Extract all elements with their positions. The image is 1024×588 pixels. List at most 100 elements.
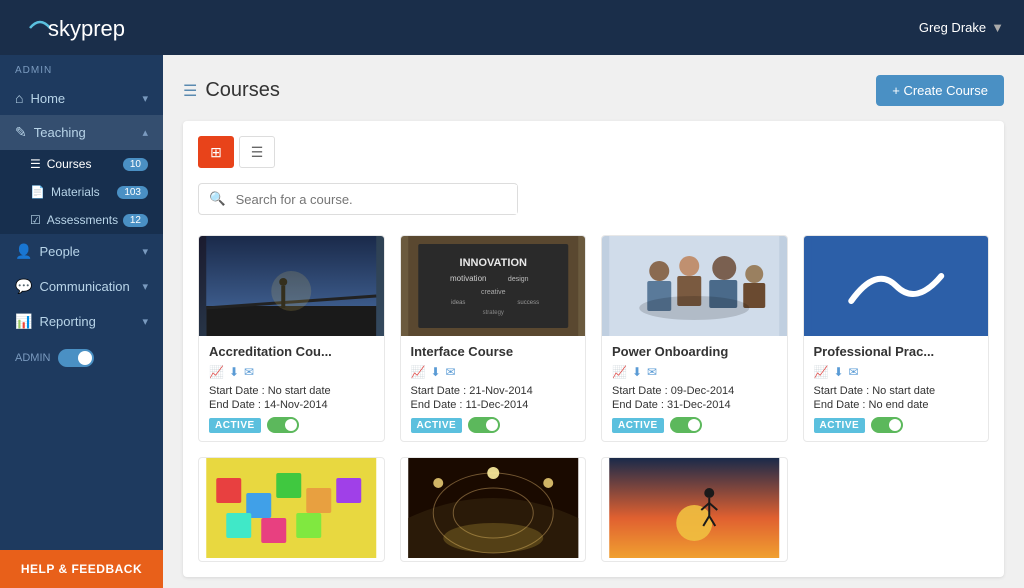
top-navigation: skyprep Greg Drake ▼	[0, 0, 1024, 55]
courses-label: Courses	[47, 157, 92, 171]
sidebar-reporting-label: Reporting	[39, 314, 95, 329]
email-icon-4: ✉	[849, 365, 859, 379]
sidebar-item-home[interactable]: ⌂ Home ▾	[0, 81, 163, 115]
teaching-arrow-icon: ▴	[142, 126, 148, 139]
communication-arrow-icon: ▾	[142, 280, 148, 293]
course-end-4: End Date : No end date	[814, 399, 979, 411]
course-start-4: Start Date : No start date	[814, 385, 979, 397]
help-feedback-button[interactable]: HELP & FEEDBACK	[0, 550, 163, 588]
course-title-4: Professional Prac...	[814, 344, 979, 359]
analytics-icon-4: 📈	[814, 365, 829, 379]
sidebar-item-materials[interactable]: 📄 Materials 103	[0, 178, 163, 206]
user-name: Greg Drake	[919, 20, 986, 35]
course-start-1: Start Date : No start date	[209, 385, 374, 397]
communication-icon: 💬	[15, 278, 32, 295]
status-toggle-2[interactable]	[468, 417, 500, 433]
course-end-3: End Date : 31-Dec-2014	[612, 399, 777, 411]
main-content: ☰ Courses + Create Course ⊞ ☰ 🔍	[163, 55, 1024, 588]
svg-text:skyprep: skyprep	[48, 16, 125, 41]
course-title-2: Interface Course	[411, 344, 576, 359]
logo: skyprep	[20, 10, 130, 46]
people-icon: 👤	[15, 243, 32, 260]
courses-badge: 10	[123, 158, 148, 171]
course-status-1: ACTIVE	[209, 417, 374, 433]
course-info-1: Accreditation Cou... 📈 ⬇ ✉ Start Date : …	[199, 336, 384, 441]
download-icon-3: ⬇	[632, 365, 642, 379]
sidebar-communication-label: Communication	[39, 279, 129, 294]
sidebar-item-communication[interactable]: 💬 Communication ▾	[0, 269, 163, 304]
status-badge-1: ACTIVE	[209, 418, 261, 433]
status-badge-4: ACTIVE	[814, 418, 866, 433]
assessments-label: Assessments	[47, 213, 118, 227]
main-layout: ADMIN ⌂ Home ▾ ✎ Teaching ▴ ☰ Courses	[0, 55, 1024, 588]
sidebar-item-reporting[interactable]: 📊 Reporting ▾	[0, 304, 163, 339]
course-info-2: Interface Course 📈 ⬇ ✉ Start Date : 21-N…	[401, 336, 586, 441]
course-panel: ⊞ ☰ 🔍	[183, 121, 1004, 577]
admin-toggle-area: ADMIN	[0, 339, 163, 377]
course-end-2: End Date : 11-Dec-2014	[411, 399, 576, 411]
grid-view-button[interactable]: ⊞	[198, 136, 234, 168]
materials-icon: 📄	[30, 185, 45, 199]
course-card-3[interactable]: Power Onboarding 📈 ⬇ ✉ Start Date : 09-D…	[601, 235, 788, 442]
course-card-7[interactable]	[601, 457, 788, 562]
home-arrow-icon: ▾	[142, 92, 148, 105]
courses-page-icon: ☰	[183, 81, 197, 101]
svg-text:design: design	[507, 276, 528, 283]
status-toggle-3[interactable]	[670, 417, 702, 433]
course-status-2: ACTIVE	[411, 417, 576, 433]
course-info-4: Professional Prac... 📈 ⬇ ✉ Start Date : …	[804, 336, 989, 441]
status-toggle-knob-2	[486, 419, 498, 431]
sidebar-item-courses[interactable]: ☰ Courses 10	[0, 150, 163, 178]
course-card-6[interactable]	[400, 457, 587, 562]
status-badge-3: ACTIVE	[612, 418, 664, 433]
user-caret-icon: ▼	[991, 20, 1004, 35]
course-card-5[interactable]	[198, 457, 385, 562]
status-toggle-knob-3	[688, 419, 700, 431]
sidebar-item-teaching[interactable]: ✎ Teaching ▴	[0, 115, 163, 150]
svg-text:ideas: ideas	[451, 300, 465, 306]
reporting-arrow-icon: ▾	[142, 315, 148, 328]
search-button[interactable]: 🔍	[199, 184, 236, 214]
create-course-button[interactable]: + Create Course	[876, 75, 1004, 106]
sidebar: ADMIN ⌂ Home ▾ ✎ Teaching ▴ ☰ Courses	[0, 55, 163, 588]
course-grid: Accreditation Cou... 📈 ⬇ ✉ Start Date : …	[198, 235, 989, 562]
toggle-label: ADMIN	[15, 352, 50, 364]
status-toggle-knob-4	[889, 419, 901, 431]
assessments-icon: ☑	[30, 213, 41, 227]
page-header: ☰ Courses + Create Course	[183, 75, 1004, 106]
page-title: Courses	[205, 79, 279, 102]
grid-view-icon: ⊞	[210, 144, 222, 161]
course-card-4[interactable]: Professional Prac... 📈 ⬇ ✉ Start Date : …	[803, 235, 990, 442]
course-card-2[interactable]: INNOVATION motivation design creative id…	[400, 235, 587, 442]
course-start-2: Start Date : 21-Nov-2014	[411, 385, 576, 397]
assessments-badge: 12	[123, 214, 148, 227]
status-toggle-4[interactable]	[871, 417, 903, 433]
svg-text:strategy: strategy	[482, 310, 503, 316]
course-actions-4: 📈 ⬇ ✉	[814, 365, 979, 379]
download-icon-1: ⬇	[229, 365, 239, 379]
course-info-3: Power Onboarding 📈 ⬇ ✉ Start Date : 09-D…	[602, 336, 787, 441]
user-menu[interactable]: Greg Drake ▼	[919, 20, 1004, 35]
email-icon-2: ✉	[446, 365, 456, 379]
materials-badge: 103	[117, 186, 148, 199]
list-view-button[interactable]: ☰	[239, 136, 275, 168]
status-toggle-knob-1	[285, 419, 297, 431]
svg-text:creative: creative	[480, 289, 505, 296]
home-icon: ⌂	[15, 90, 23, 106]
course-thumb-7	[602, 458, 787, 558]
course-start-3: Start Date : 09-Dec-2014	[612, 385, 777, 397]
search-input[interactable]	[236, 185, 517, 214]
analytics-icon-2: 📈	[411, 365, 426, 379]
status-toggle-1[interactable]	[267, 417, 299, 433]
courses-list-icon: ☰	[30, 157, 41, 171]
sidebar-item-people[interactable]: 👤 People ▾	[0, 234, 163, 269]
course-actions-1: 📈 ⬇ ✉	[209, 365, 374, 379]
course-thumb-5	[199, 458, 384, 558]
sidebar-item-assessments[interactable]: ☑ Assessments 12	[0, 206, 163, 234]
teaching-icon: ✎	[15, 124, 27, 141]
admin-toggle[interactable]	[58, 349, 94, 367]
materials-label: Materials	[51, 185, 100, 199]
course-status-4: ACTIVE	[814, 417, 979, 433]
course-thumb-6	[401, 458, 586, 558]
course-card-1[interactable]: Accreditation Cou... 📈 ⬇ ✉ Start Date : …	[198, 235, 385, 442]
